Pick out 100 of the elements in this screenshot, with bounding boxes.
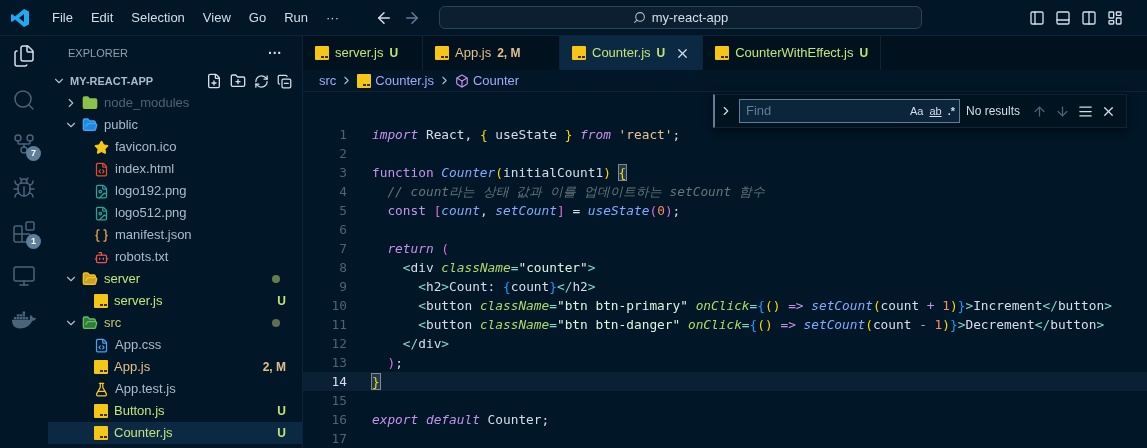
menu-item[interactable]: File: [44, 5, 81, 30]
file-row[interactable]: manifest.json: [48, 224, 302, 246]
search-icon[interactable]: [12, 88, 36, 112]
file-name: server: [104, 270, 141, 289]
menu-item[interactable]: View: [194, 5, 239, 30]
line-number: 4: [338, 182, 347, 201]
folder-row[interactable]: server: [48, 268, 302, 290]
js-file-icon: [715, 46, 730, 60]
file-row[interactable]: logo512.png: [48, 202, 302, 224]
file-row[interactable]: server.js U: [48, 290, 302, 312]
code-line: <button className="btn btn-primary" onClick={() => setCount(count + 1)}>Increment</button>: [417, 296, 1112, 315]
menu-item[interactable]: Selection: [123, 5, 193, 30]
js-file-icon: [94, 426, 108, 440]
breadcrumb-item[interactable]: Counter: [472, 70, 520, 91]
code-line: <button className="btn btn-danger" onClick={() => setCount(count - 1)}>Decrement</button>: [417, 315, 1105, 334]
braces-icon: [94, 227, 109, 243]
folder-icon: [82, 271, 98, 287]
find-option[interactable]: Aa: [909, 102, 924, 120]
file-name: logo512.png: [115, 204, 187, 223]
refresh-icon[interactable]: [254, 73, 269, 89]
menu-item[interactable]: Go: [240, 5, 275, 30]
file-name: index.html: [115, 160, 175, 179]
find-in-selection-icon[interactable]: [1078, 103, 1093, 119]
folder-icon: [82, 95, 98, 111]
line-number: 14: [330, 372, 347, 391]
css-file-icon: [94, 337, 109, 353]
js-file-icon: [94, 404, 108, 418]
js-file-icon: [94, 294, 108, 308]
menu-item[interactable]: ···: [318, 5, 347, 30]
line-number: 16: [330, 410, 347, 429]
monitor-icon[interactable]: [12, 264, 36, 288]
collapse-all-icon[interactable]: [277, 73, 292, 89]
git-status: U: [277, 293, 286, 310]
line-number: 5: [338, 201, 347, 220]
code-line: export default Counter;: [372, 410, 550, 429]
js-file-icon: [94, 360, 108, 374]
code-line: <h2>Count: {count}</h2>: [417, 277, 596, 296]
project-name[interactable]: MY-REACT-APP: [70, 72, 154, 90]
command-center-text: my-react-app: [651, 8, 729, 27]
explorer-icon[interactable]: [12, 44, 36, 68]
image-file-icon: [94, 205, 109, 221]
git-status: U: [277, 425, 286, 442]
more-actions[interactable]: ···: [268, 42, 282, 64]
code-line: const [count, setCount] = useState(0);: [386, 201, 681, 220]
file-row[interactable]: App.js 2, M: [48, 356, 302, 378]
file-row[interactable]: App.css: [48, 334, 302, 356]
folder-icon: [82, 315, 98, 331]
layout-icon[interactable]: [1107, 9, 1123, 26]
image-file-icon: [94, 183, 109, 199]
file-row[interactable]: Button.js U: [48, 400, 302, 422]
find-input[interactable]: Find Aa ab .*: [739, 99, 960, 123]
file-row[interactable]: logo192.png: [48, 180, 302, 202]
next-match-icon[interactable]: [1055, 103, 1070, 119]
file-row[interactable]: App.test.js: [48, 378, 302, 400]
line-number: 17: [330, 429, 347, 448]
line-number: 10: [330, 296, 347, 315]
panel-toggle-icon[interactable]: [1055, 9, 1071, 26]
find-result: No results: [966, 103, 1021, 120]
file-name: node_modules: [104, 94, 190, 113]
app-logo: [10, 7, 30, 28]
file-name: App.js: [114, 358, 151, 377]
new-folder-icon[interactable]: [230, 73, 246, 89]
star-icon: [94, 139, 109, 155]
breadcrumb-item[interactable]: Counter.js: [375, 70, 434, 91]
branch-icon[interactable]: [12, 132, 36, 156]
sidebar-toggle-icon[interactable]: [1029, 9, 1045, 26]
file-name: Counter.js: [114, 424, 173, 443]
editor-tab[interactable]: Counter.js U: [560, 36, 704, 70]
html-file-icon: [94, 161, 109, 177]
line-number: 1: [338, 125, 347, 144]
split-layout-icon[interactable]: [1081, 9, 1097, 26]
code-line: import React, { useState } from 'react';: [372, 125, 681, 144]
file-row[interactable]: favicon.ico: [48, 136, 302, 158]
line-number: 13: [330, 353, 347, 372]
folder-row[interactable]: src: [48, 312, 302, 334]
previous-match-icon[interactable]: [1032, 103, 1047, 119]
file-row[interactable]: index.html: [48, 158, 302, 180]
file-name: logo192.png: [115, 182, 187, 201]
menu-item[interactable]: Edit: [82, 5, 122, 30]
folder-icon: [82, 117, 98, 133]
breadcrumb-item[interactable]: src: [319, 70, 337, 91]
line-number: 7: [338, 239, 347, 258]
find-option[interactable]: .*: [947, 102, 955, 120]
file-row[interactable]: robots.txt: [48, 246, 302, 268]
line-number: 11: [330, 315, 347, 334]
command-center[interactable]: my-react-app: [439, 6, 922, 29]
find-option[interactable]: ab: [929, 102, 942, 120]
flask-icon: [94, 381, 109, 397]
line-number: 3: [338, 163, 347, 182]
file-name: App.css: [115, 336, 162, 355]
file-row[interactable]: Counter.js U: [48, 422, 302, 444]
file-name: Button.js: [114, 402, 165, 421]
robot-icon: [94, 249, 109, 265]
folder-row[interactable]: public: [48, 114, 302, 136]
menu-item[interactable]: Run: [276, 5, 316, 30]
file-name: public: [104, 116, 138, 135]
new-file-icon[interactable]: [206, 73, 222, 89]
file-name: manifest.json: [115, 226, 192, 245]
extensions-icon[interactable]: [12, 220, 36, 244]
bug-icon[interactable]: [12, 176, 36, 200]
